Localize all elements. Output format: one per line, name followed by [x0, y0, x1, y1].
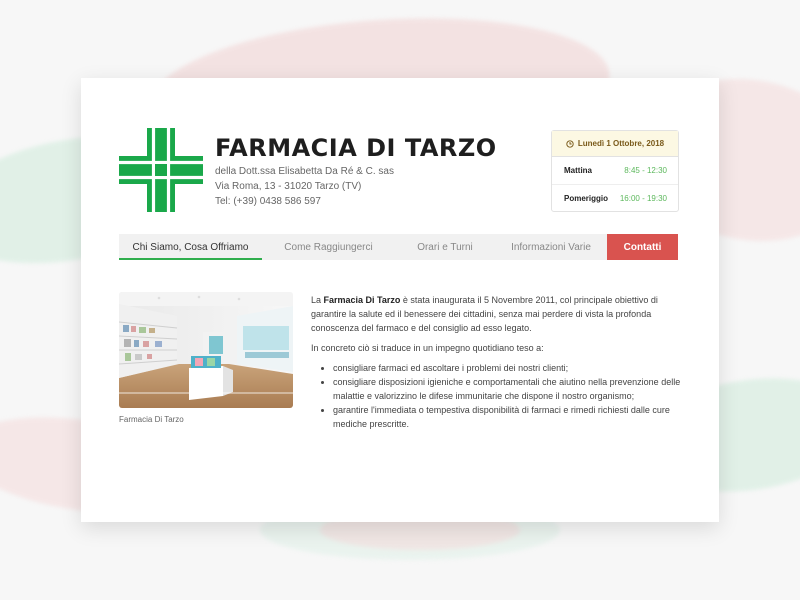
clock-icon	[566, 139, 574, 148]
commitment-paragraph: In concreto ciò si traduce in un impegno…	[311, 343, 544, 353]
tab-orari-turni[interactable]: Orari e Turni	[395, 234, 495, 260]
hours-label: Mattina	[564, 166, 592, 175]
contacts-button[interactable]: Contatti	[607, 234, 678, 260]
hours-value: 8:45 - 12:30	[624, 166, 667, 175]
list-item: garantire l'immediata o tempestiva dispo…	[333, 403, 681, 431]
hours-label: Pomeriggio	[564, 194, 609, 203]
hours-row-afternoon: Pomeriggio 16:00 - 19:30	[552, 184, 678, 212]
pharmacy-name: Farmacia Di Tarzo	[323, 295, 401, 305]
phone-number[interactable]: Tel: (+39) 0438 586 597	[215, 196, 321, 207]
intro-paragraph: La Farmacia Di Tarzo è stata inaugurata …	[311, 293, 681, 335]
hours-value: 16:00 - 19:30	[619, 194, 667, 203]
list-item: consigliare disposizioni igieniche e com…	[333, 375, 681, 403]
commitment-list: consigliare farmaci ed ascoltare i probl…	[311, 361, 681, 431]
company-subtitle: della Dott.ssa Elisabetta Da Ré & C. sas	[215, 166, 394, 177]
photo-caption: Farmacia Di Tarzo	[119, 415, 184, 424]
opening-hours-box: Lunedì 1 Ottobre, 2018 Mattina 8:45 - 12…	[551, 130, 679, 212]
about-text: La Farmacia Di Tarzo è stata inaugurata …	[311, 293, 681, 431]
text-fragment: La	[311, 295, 324, 305]
hours-header: Lunedì 1 Ottobre, 2018	[552, 131, 678, 157]
pharmacy-interior-photo	[119, 292, 293, 408]
address: Via Roma, 13 - 31020 Tarzo (TV)	[215, 181, 362, 192]
hours-row-morning: Mattina 8:45 - 12:30	[552, 157, 678, 184]
page-card: FARMACIA DI TARZO della Dott.ssa Elisabe…	[81, 78, 719, 522]
hours-date: Lunedì 1 Ottobre, 2018	[577, 139, 665, 148]
tab-come-raggiungerci[interactable]: Come Raggiungerci	[262, 234, 395, 260]
site-title: FARMACIA DI TARZO	[215, 134, 497, 162]
pharmacy-cross-icon	[119, 128, 203, 212]
main-nav: Chi Siamo, Cosa Offriamo Come Raggiunger…	[119, 234, 678, 260]
tab-informazioni-varie[interactable]: Informazioni Varie	[495, 234, 607, 260]
tab-chi-siamo[interactable]: Chi Siamo, Cosa Offriamo	[119, 234, 262, 260]
list-item: consigliare farmaci ed ascoltare i probl…	[333, 361, 681, 375]
